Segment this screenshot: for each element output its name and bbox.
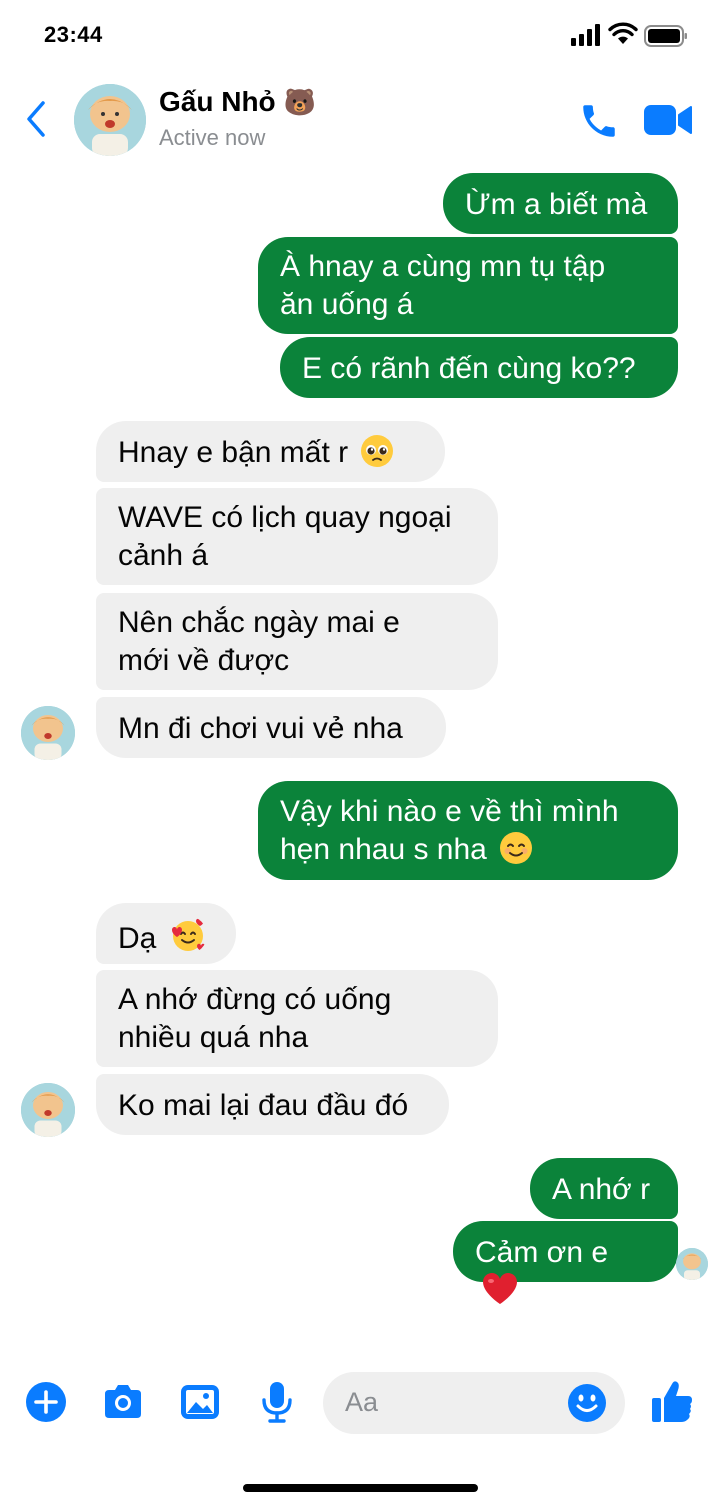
message-text: A nhớ r (552, 1173, 651, 1206)
contact-name-text: Gấu Nhỏ (159, 86, 276, 117)
message-text: Cảm ơn e (475, 1236, 609, 1269)
message-bubble-incoming[interactable]: Mn đi chơi vui vẻ nha (96, 697, 446, 758)
message-bubble-incoming[interactable]: Nên chắc ngày mai e mới về được (96, 593, 498, 690)
message-bubble-outgoing[interactable]: E có rãnh đến cùng ko?? (280, 337, 678, 398)
message-text-line: Vậy khi nào e về thì mình (280, 795, 619, 828)
plus-icon[interactable] (24, 1380, 68, 1424)
message-composer[interactable] (323, 1372, 625, 1434)
back-chevron-icon[interactable] (24, 100, 48, 138)
message-bubble-incoming[interactable]: Dạ (96, 903, 236, 964)
message-text: Dạ (118, 922, 157, 955)
message-text-line: hẹn nhau s nha (280, 833, 487, 866)
message-bubble-outgoing[interactable]: Vậy khi nào e về thì mình hẹn nhau s nha (258, 781, 678, 880)
active-status: Active now (159, 125, 266, 150)
contact-avatar[interactable] (74, 84, 146, 156)
emoji-icon[interactable] (567, 1383, 607, 1423)
message-text-line: Nên chắc ngày mai e (118, 606, 400, 639)
message-text-line: ăn uống á (280, 288, 414, 321)
message-text: Hnay e bận mất r (118, 436, 349, 469)
red-heart-emoji (483, 1273, 517, 1304)
message-bubble-incoming[interactable]: WAVE có lịch quay ngoại cảnh á (96, 488, 498, 585)
sender-avatar[interactable] (21, 706, 75, 760)
battery-icon (644, 25, 687, 47)
message-text-line: nhiều quá nha (118, 1021, 309, 1054)
message-text-line: À hnay a cùng mn tụ tập (280, 250, 606, 283)
thumbs-up-icon[interactable] (650, 1378, 694, 1424)
phone-icon[interactable] (578, 100, 620, 142)
message-text: Ko mai lại đau đầu đó (118, 1089, 409, 1122)
pleading-face-emoji (361, 435, 394, 467)
home-indicator (243, 1484, 478, 1492)
status-time: 23:44 (44, 22, 103, 47)
message-text-line: A nhớ đừng có uống (118, 983, 392, 1016)
message-bubble-incoming[interactable]: A nhớ đừng có uống nhiều quá nha (96, 970, 498, 1067)
wifi-icon (608, 22, 638, 44)
video-camera-icon[interactable] (643, 102, 693, 138)
message-text-line: mới về được (118, 644, 290, 677)
message-text: Mn đi chơi vui vẻ nha (118, 712, 403, 745)
message-bubble-outgoing[interactable]: Ừm a biết mà (443, 173, 678, 234)
camera-icon[interactable] (101, 1380, 145, 1424)
microphone-icon[interactable] (255, 1380, 299, 1424)
message-text: E có rãnh đến cùng ko?? (302, 352, 636, 385)
contact-name: Gấu Nhỏ 🐻 (159, 86, 316, 118)
message-text-line: WAVE có lịch quay ngoại (118, 501, 452, 534)
message-bubble-incoming[interactable]: Ko mai lại đau đầu đó (96, 1074, 449, 1135)
smiling-face-emoji (500, 832, 533, 864)
read-receipt-avatar (676, 1248, 708, 1280)
message-input[interactable] (343, 1386, 567, 1419)
message-bubble-outgoing[interactable]: Cảm ơn e (453, 1221, 678, 1304)
message-bubble-outgoing[interactable]: A nhớ r (530, 1158, 678, 1219)
sender-avatar[interactable] (21, 1083, 75, 1137)
message-text-line: cảnh á (118, 539, 209, 572)
message-bubble-outgoing[interactable]: À hnay a cùng mn tụ tập ăn uống á (258, 237, 678, 334)
message-text: Ừm a biết mà (465, 188, 648, 221)
message-bubble-incoming[interactable]: Hnay e bận mất r (96, 421, 445, 482)
signal-icon (571, 24, 600, 46)
image-icon[interactable] (178, 1380, 222, 1424)
smiling-face-with-hearts-emoji (171, 918, 205, 951)
bear-emoji: 🐻 (283, 87, 316, 117)
